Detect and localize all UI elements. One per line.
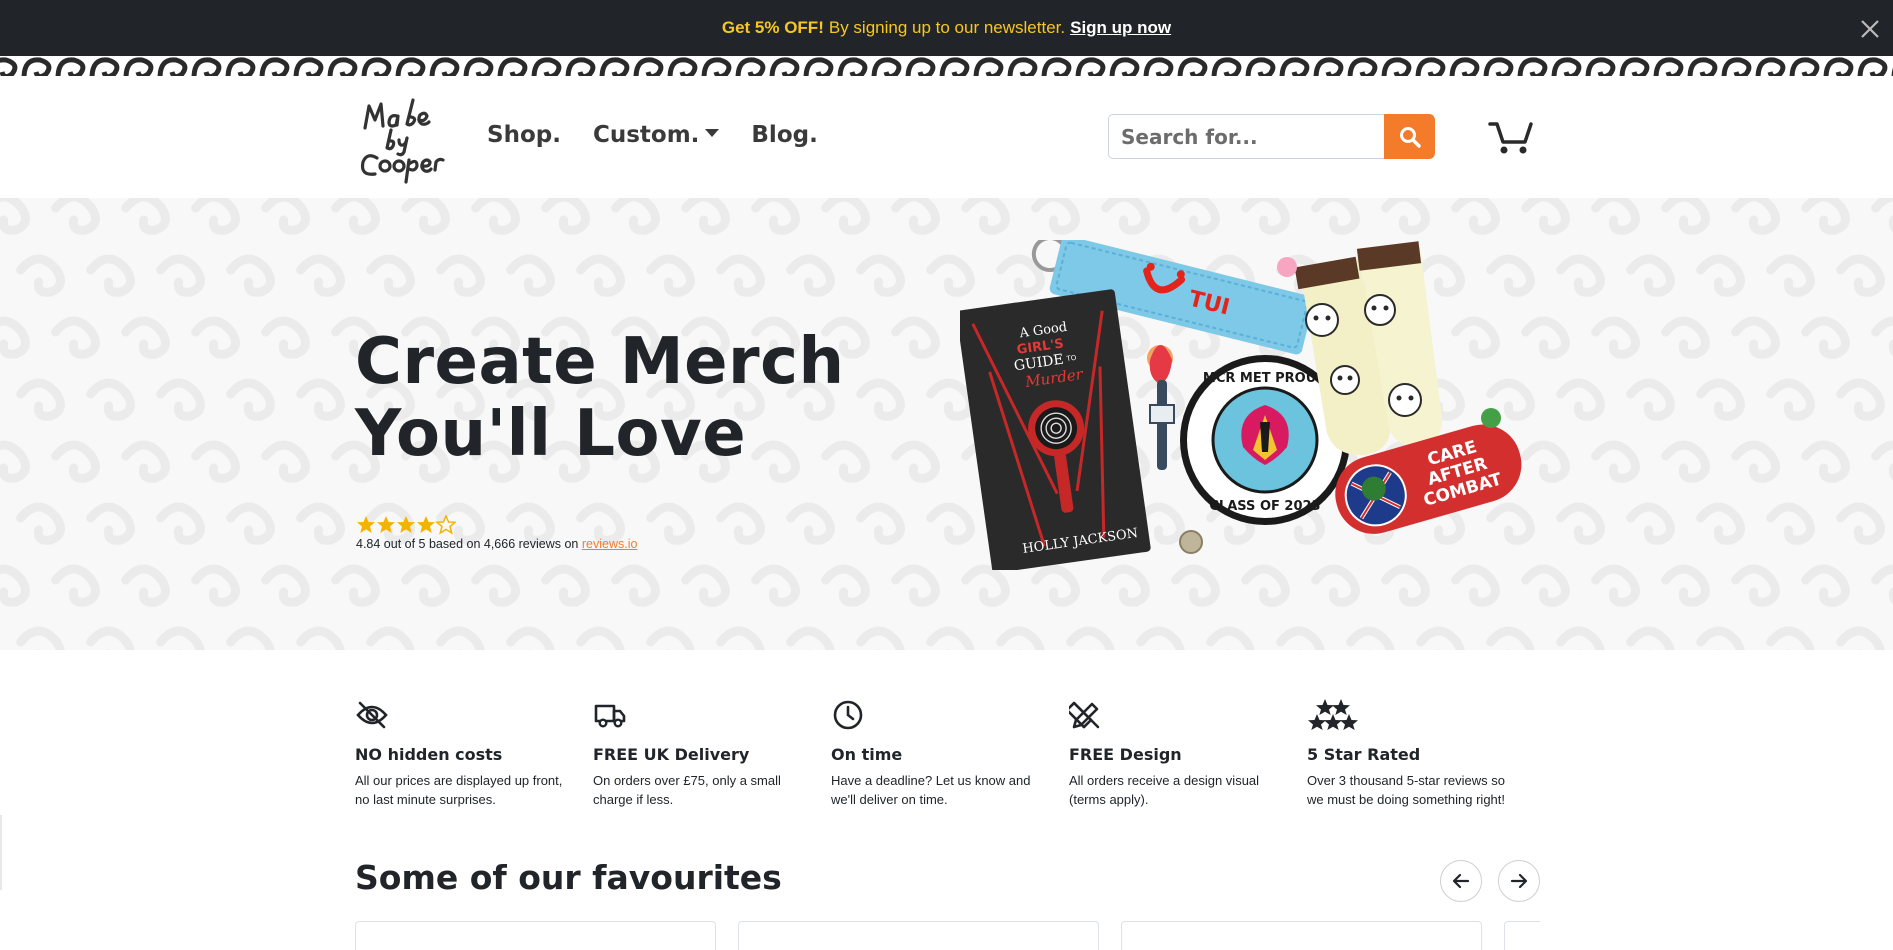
book-title-4: TO xyxy=(1065,354,1077,363)
green-pill-image xyxy=(1481,408,1501,428)
product-card[interactable] xyxy=(1504,921,1540,950)
favourites-heading: Some of our favourites xyxy=(355,858,782,897)
nav-blog[interactable]: Blog. xyxy=(751,122,817,148)
patch-bottom-text: CLASS OF 2023 xyxy=(1209,499,1320,514)
arrow-left-icon xyxy=(1452,873,1470,889)
hero-swirl-pattern xyxy=(0,198,1893,650)
caret-down-icon xyxy=(705,128,720,137)
search-button[interactable] xyxy=(1384,114,1435,159)
rating-stars xyxy=(356,515,456,535)
promo-text: By signing up to our newsletter. xyxy=(828,18,1066,37)
hero-product-collage: TUI A Good GIRL'S GUIDE TO Murder HOLLY … xyxy=(960,240,1522,570)
arrow-right-icon xyxy=(1510,873,1528,889)
feature-text: All our prices are displayed up front, n… xyxy=(355,773,563,807)
nav-custom-label: Custom. xyxy=(592,122,700,148)
carousel-next-button[interactable] xyxy=(1498,860,1540,902)
nav-custom[interactable]: Custom. xyxy=(592,122,720,148)
site-header: Shop. Custom. Blog. xyxy=(0,76,1893,198)
side-feedback-tab[interactable] xyxy=(0,815,2,890)
star-rating-icon xyxy=(357,515,456,534)
feature-free-design: FREE Design All orders receive a design … xyxy=(1069,698,1307,809)
decorative-swirl-strip xyxy=(0,56,1893,76)
search-icon xyxy=(1399,126,1421,148)
stars-icon xyxy=(1308,699,1358,730)
promo-bar: Get 5% OFF! By signing up to our newslet… xyxy=(0,0,1893,56)
feature-text: Over 3 thousand 5-star reviews so we mus… xyxy=(1307,773,1505,807)
pin-back-image xyxy=(1179,530,1203,554)
nav-shop[interactable]: Shop. xyxy=(487,122,561,148)
feature-title: 5 Star Rated xyxy=(1307,745,1421,764)
feature-title: On time xyxy=(831,745,903,764)
feature-5-star-rated: 5 Star Rated Over 3 thousand 5-star revi… xyxy=(1307,698,1545,809)
pink-pill-image xyxy=(1277,257,1297,277)
feature-text: All orders receive a design visual (term… xyxy=(1069,773,1260,807)
feature-title: NO hidden costs xyxy=(355,745,503,764)
clock-icon xyxy=(833,700,863,730)
feature-on-time: On time Have a deadline? Let us know and… xyxy=(831,698,1069,809)
hero-title-line2: You'll Love xyxy=(355,397,747,471)
features-row: NO hidden costs All our prices are displ… xyxy=(355,698,1545,809)
product-card[interactable] xyxy=(1121,921,1482,950)
feature-title: FREE Design xyxy=(1069,745,1182,764)
truck-icon xyxy=(594,704,626,728)
hero-title: Create Merch You'll Love xyxy=(355,326,875,470)
torch-pin-image xyxy=(1147,345,1175,470)
eye-slash-icon xyxy=(356,701,388,729)
page: Get 5% OFF! By signing up to our newslet… xyxy=(0,0,1893,950)
search-input[interactable] xyxy=(1108,114,1385,159)
main-nav: Shop. Custom. Blog. xyxy=(487,122,818,148)
patch-top-text: MCR MET PROUD xyxy=(1203,371,1327,386)
design-tools-icon xyxy=(1069,701,1100,729)
product-card[interactable] xyxy=(355,921,716,950)
product-card[interactable] xyxy=(738,921,1099,950)
hero-title-line1: Create Merch xyxy=(355,325,845,399)
promo-strong: Get 5% OFF! xyxy=(721,18,824,37)
promo-signup-link[interactable]: Sign up now xyxy=(1070,18,1171,38)
rating-summary: 4.84 out of 5 based on 4,666 reviews on … xyxy=(356,537,637,551)
made-by-cooper-logo[interactable] xyxy=(355,94,445,186)
close-icon[interactable] xyxy=(1857,16,1883,42)
carousel-prev-button[interactable] xyxy=(1440,860,1482,902)
feature-no-hidden-costs: NO hidden costs All our prices are displ… xyxy=(355,698,593,809)
rating-text: 4.84 out of 5 based on 4,666 reviews on xyxy=(356,537,579,551)
feature-text: On orders over £75, only a small charge … xyxy=(593,773,781,807)
reviews-io-link[interactable]: reviews.io xyxy=(582,537,638,551)
hero-section xyxy=(0,198,1893,650)
feature-free-delivery: FREE UK Delivery On orders over £75, onl… xyxy=(593,698,831,809)
feature-title: FREE UK Delivery xyxy=(593,745,750,764)
book-pin-card-image: A Good GIRL'S GUIDE TO Murder HOLLY JACK… xyxy=(960,289,1151,570)
cart-icon[interactable] xyxy=(1488,118,1534,156)
feature-text: Have a deadline? Let us know and we'll d… xyxy=(831,773,1031,807)
